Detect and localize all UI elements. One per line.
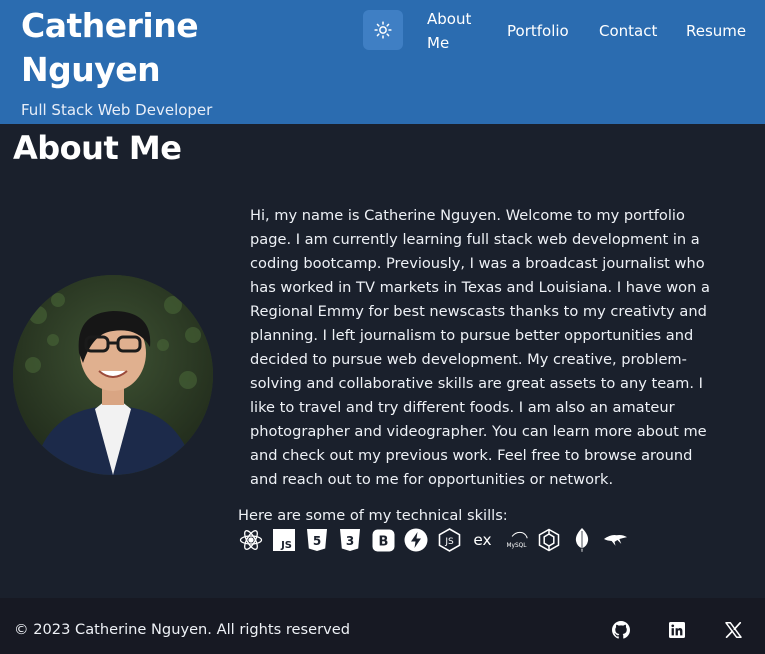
copyright-text: © 2023 Catherine Nguyen. All rights rese… bbox=[14, 621, 350, 638]
brand-name-line1: Catherine bbox=[21, 6, 199, 45]
site-footer: © 2023 Catherine Nguyen. All rights rese… bbox=[0, 598, 765, 654]
express-label: ex bbox=[474, 531, 492, 549]
html5-label: 5 bbox=[313, 534, 321, 548]
x-link[interactable] bbox=[723, 620, 743, 640]
github-link[interactable] bbox=[611, 620, 631, 640]
javascript-label: JS bbox=[280, 540, 292, 551]
sun-icon bbox=[374, 21, 392, 39]
brand-name-line2: Nguyen bbox=[21, 50, 161, 89]
mysql-icon: MySQL bbox=[504, 528, 529, 553]
nodejs-label: JS bbox=[444, 537, 454, 547]
html5-icon: 5 bbox=[304, 528, 329, 553]
css3-label: 3 bbox=[346, 534, 354, 548]
page-title: About Me bbox=[13, 129, 182, 167]
nav-resume-link[interactable]: Resume bbox=[686, 19, 746, 43]
skills-label: Here are some of my technical skills: bbox=[238, 507, 508, 524]
javascript-icon: JS bbox=[271, 528, 296, 553]
profile-photo bbox=[13, 275, 213, 475]
css3-icon: 3 bbox=[338, 528, 363, 553]
brand-name: Catherine Nguyen bbox=[21, 4, 281, 92]
bootstrap-label: B bbox=[378, 534, 388, 549]
bootstrap-icon: B bbox=[371, 528, 396, 553]
mongodb-icon bbox=[570, 528, 595, 553]
brand: Catherine Nguyen Full Stack Web Develope… bbox=[21, 4, 281, 120]
nodejs-icon: JS bbox=[437, 528, 462, 553]
sequelize-icon bbox=[603, 528, 628, 553]
react-icon bbox=[238, 528, 263, 553]
mysql-label: MySQL bbox=[506, 543, 527, 549]
express-icon: ex bbox=[470, 528, 495, 553]
nav-portfolio-link[interactable]: Portfolio bbox=[507, 19, 569, 43]
theme-toggle-button[interactable] bbox=[363, 10, 403, 50]
github-icon bbox=[612, 621, 630, 639]
nav-contact-link[interactable]: Contact bbox=[599, 19, 657, 43]
avatar bbox=[13, 275, 213, 475]
skills-icons: JS 5 3 B JS ex MySQL bbox=[238, 527, 636, 553]
linkedin-icon bbox=[669, 622, 685, 638]
brand-subtitle: Full Stack Web Developer bbox=[21, 101, 213, 119]
linkedin-link[interactable] bbox=[667, 620, 687, 640]
lightning-icon bbox=[404, 528, 429, 553]
site-header: Catherine Nguyen Full Stack Web Develope… bbox=[0, 0, 765, 124]
x-icon bbox=[724, 622, 742, 638]
bio-text: Hi, my name is Catherine Nguyen. Welcome… bbox=[250, 207, 710, 488]
nav-about-link[interactable]: About Me bbox=[427, 7, 483, 55]
graphql-icon bbox=[537, 528, 562, 553]
